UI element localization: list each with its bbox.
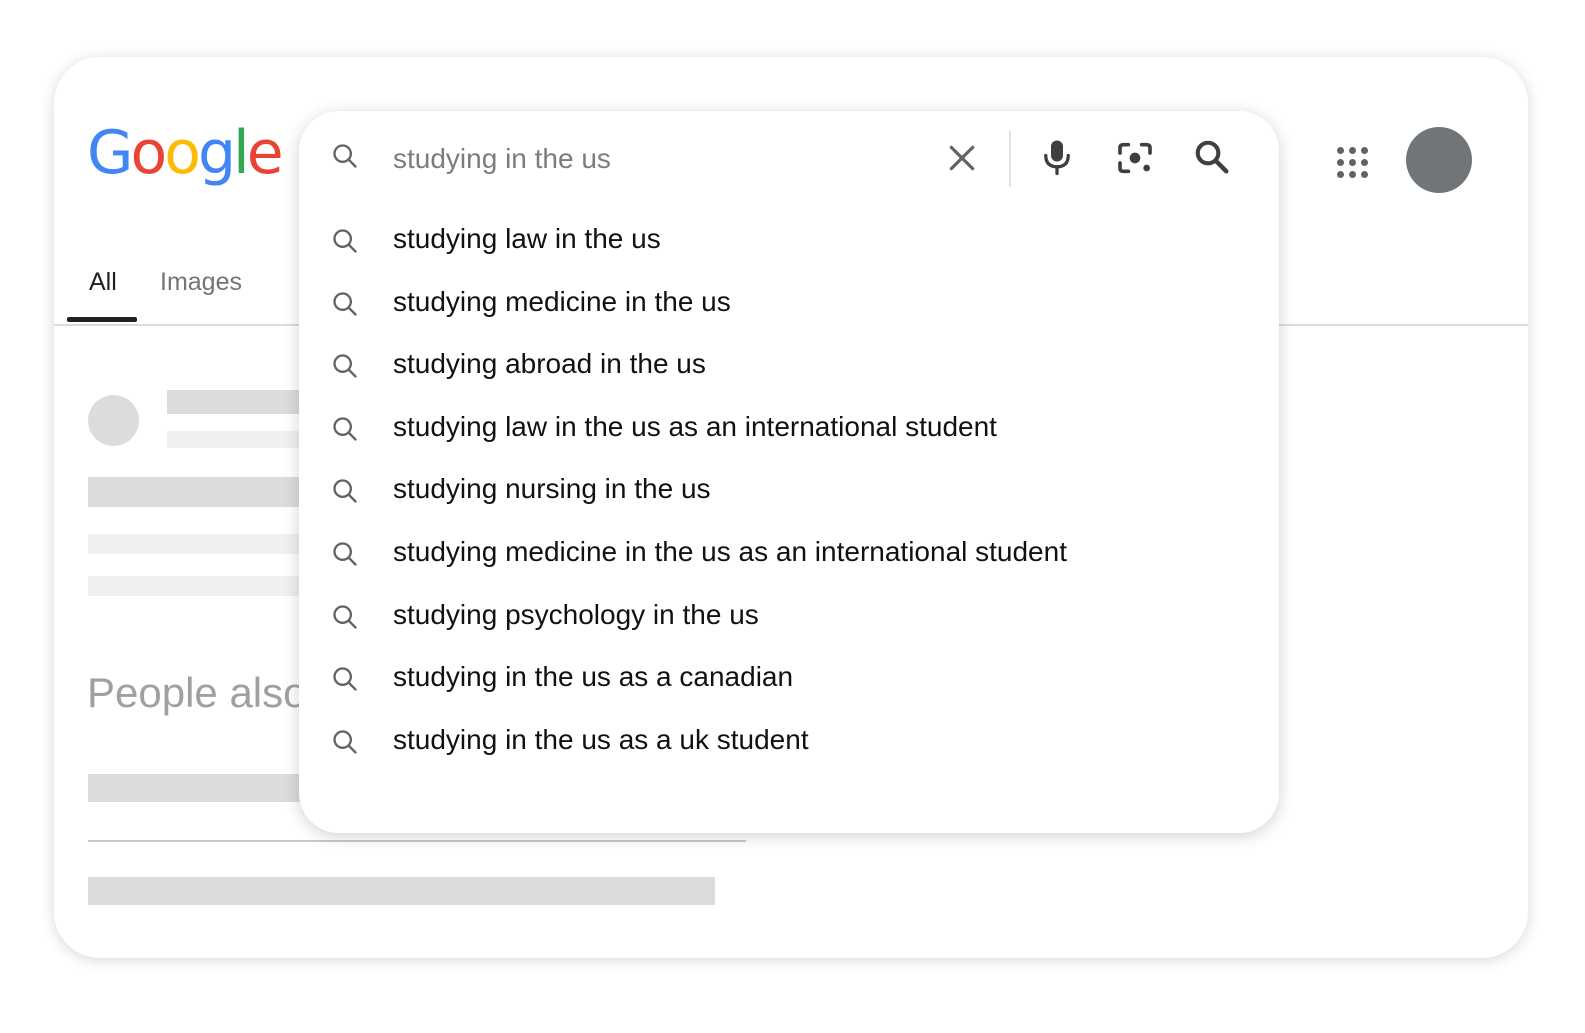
logo-letter: g (197, 118, 236, 188)
search-icon (333, 730, 357, 754)
search-submit-icon[interactable] (1193, 138, 1231, 176)
search-icon (333, 229, 357, 253)
close-icon[interactable] (946, 142, 978, 174)
suggestion-item[interactable]: studying law in the us as an internation… (299, 399, 1279, 459)
suggestion-item[interactable]: studying psychology in the us (299, 587, 1279, 647)
suggestion-item[interactable]: studying in the us as a uk student (299, 712, 1279, 772)
search-bar[interactable]: studying in the us (299, 111, 1279, 207)
suggestion-item[interactable]: studying abroad in the us (299, 336, 1279, 396)
suggestion-item[interactable]: studying medicine in the us as an intern… (299, 524, 1279, 584)
search-icon (333, 667, 357, 691)
tab-images[interactable]: Images (160, 268, 242, 297)
logo-letter: o (130, 118, 168, 188)
suggestion-text: studying nursing in the us (393, 473, 711, 505)
search-icon (333, 291, 357, 316)
divider (88, 840, 746, 842)
suggestion-text: studying medicine in the us as an intern… (393, 536, 1067, 567)
search-icon (333, 479, 357, 504)
suggestion-text: studying abroad in the us (393, 348, 706, 380)
search-icon (333, 144, 357, 168)
suggestion-text: studying in the us as a canadian (393, 661, 794, 693)
active-tab-indicator (67, 317, 137, 322)
logo-letter: e (246, 118, 284, 188)
search-autocomplete-dropdown: studying in the us studying law in the u… (299, 111, 1279, 833)
logo-letter: o (164, 118, 201, 188)
placeholder-line (88, 877, 715, 905)
suggestion-text: studying law in the us (393, 223, 661, 254)
microphone-icon[interactable] (1039, 137, 1075, 177)
toolbar-separator (1009, 131, 1011, 187)
suggestion-item[interactable]: studying law in the us (299, 211, 1279, 271)
suggestion-text: studying law in the us as an internation… (393, 410, 997, 442)
suggestion-text: studying in the us as a uk student (393, 723, 809, 755)
search-icon (333, 354, 357, 378)
google-logo[interactable]: Google (87, 118, 284, 188)
placeholder-avatar (88, 395, 139, 446)
avatar[interactable] (1406, 127, 1472, 193)
suggestion-item[interactable]: studying nursing in the us (299, 461, 1279, 521)
suggestion-text: studying medicine in the us (393, 285, 731, 317)
people-also-heading: People also (87, 669, 307, 716)
search-icon (333, 417, 357, 441)
search-input[interactable]: studying in the us (393, 143, 611, 175)
suggestion-text: studying psychology in the us (393, 598, 759, 630)
search-icon (333, 604, 357, 629)
search-icon (333, 542, 357, 566)
suggestion-item[interactable]: studying medicine in the us (299, 274, 1279, 334)
camera-lens-icon[interactable] (1115, 138, 1155, 178)
tab-all[interactable]: All (89, 268, 117, 297)
logo-letter: l (233, 118, 250, 188)
apps-grid-icon[interactable] (1337, 147, 1369, 179)
suggestion-item[interactable]: studying in the us as a canadian (299, 649, 1279, 709)
logo-letter: G (87, 118, 133, 188)
